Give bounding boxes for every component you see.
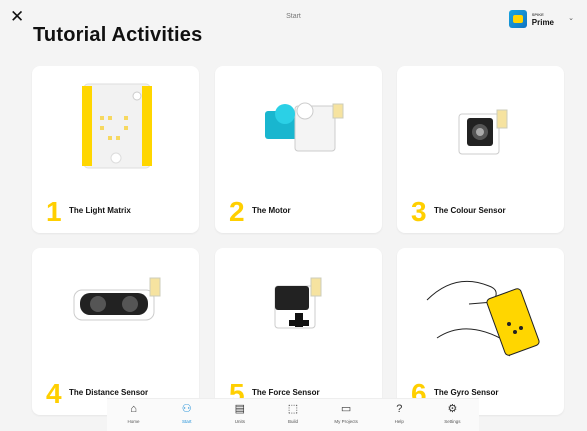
colour-sensor-image bbox=[458, 109, 508, 155]
card-label: The Motor bbox=[252, 206, 291, 215]
top-title: Start bbox=[286, 13, 301, 20]
settings-icon: ⚙ bbox=[447, 403, 458, 415]
nav-home[interactable]: ⌂ Home bbox=[108, 399, 160, 424]
nav-label: Help bbox=[394, 419, 404, 424]
card-label: The Light Matrix bbox=[69, 206, 131, 215]
card-number: 1 bbox=[46, 196, 62, 227]
nav-label: Settings bbox=[444, 419, 461, 424]
nav-label: My Projects bbox=[334, 419, 358, 424]
card-light-matrix[interactable]: 1 The Light Matrix bbox=[32, 66, 199, 233]
nav-start[interactable]: ⚇ Start bbox=[161, 399, 213, 424]
motor-image bbox=[265, 102, 344, 152]
card-colour-sensor[interactable]: 3 The Colour Sensor bbox=[397, 66, 564, 233]
nav-label: Home bbox=[127, 419, 140, 424]
hub-selector[interactable]: SPIKE Prime ⌄ bbox=[508, 10, 574, 28]
hub-product: Prime bbox=[531, 18, 554, 27]
projects-icon: ▭ bbox=[340, 403, 352, 415]
card-gyro-sensor[interactable]: 6 The Gyro Sensor bbox=[397, 248, 564, 415]
card-label: The Distance Sensor bbox=[69, 388, 149, 397]
card-label: The Colour Sensor bbox=[434, 206, 506, 215]
nav-settings[interactable]: ⚙ Settings bbox=[426, 399, 478, 424]
gyro-hand-image bbox=[426, 280, 540, 357]
distance-sensor-image bbox=[73, 277, 161, 321]
light-matrix-image bbox=[82, 83, 152, 169]
home-icon: ⌂ bbox=[130, 403, 137, 415]
nav-help[interactable]: ? Help bbox=[373, 399, 425, 424]
card-number: 2 bbox=[229, 196, 245, 227]
bottom-nav: ⌂ Home ⚇ Start ▤ Units ⬚ Build ▭ My Proj… bbox=[107, 398, 479, 431]
nav-my-projects[interactable]: ▭ My Projects bbox=[320, 399, 372, 424]
card-number: 4 bbox=[46, 378, 62, 409]
nav-label: Units bbox=[234, 419, 245, 424]
card-label: The Force Sensor bbox=[252, 388, 320, 397]
chevron-down-icon[interactable]: ⌄ bbox=[568, 14, 574, 22]
card-distance-sensor[interactable]: 4 The Distance Sensor bbox=[32, 248, 199, 415]
start-icon: ⚇ bbox=[181, 403, 192, 415]
build-icon: ⬚ bbox=[287, 403, 299, 415]
nav-build[interactable]: ⬚ Build bbox=[267, 399, 319, 424]
hub-name: SPIKE Prime bbox=[532, 11, 554, 27]
force-sensor-image bbox=[274, 277, 322, 329]
units-icon: ▤ bbox=[234, 403, 246, 415]
spike-prime-logo-icon bbox=[508, 10, 527, 28]
nav-units[interactable]: ▤ Units bbox=[214, 399, 266, 424]
nav-label: Build bbox=[287, 419, 298, 424]
help-icon: ? bbox=[396, 403, 403, 415]
card-force-sensor[interactable]: 5 The Force Sensor bbox=[215, 248, 382, 415]
card-motor[interactable]: 2 The Motor bbox=[215, 66, 382, 233]
nav-label: Start bbox=[181, 419, 192, 424]
card-number: 3 bbox=[411, 196, 427, 227]
page-title: Tutorial Activities bbox=[33, 24, 203, 46]
card-label: The Gyro Sensor bbox=[434, 388, 499, 397]
